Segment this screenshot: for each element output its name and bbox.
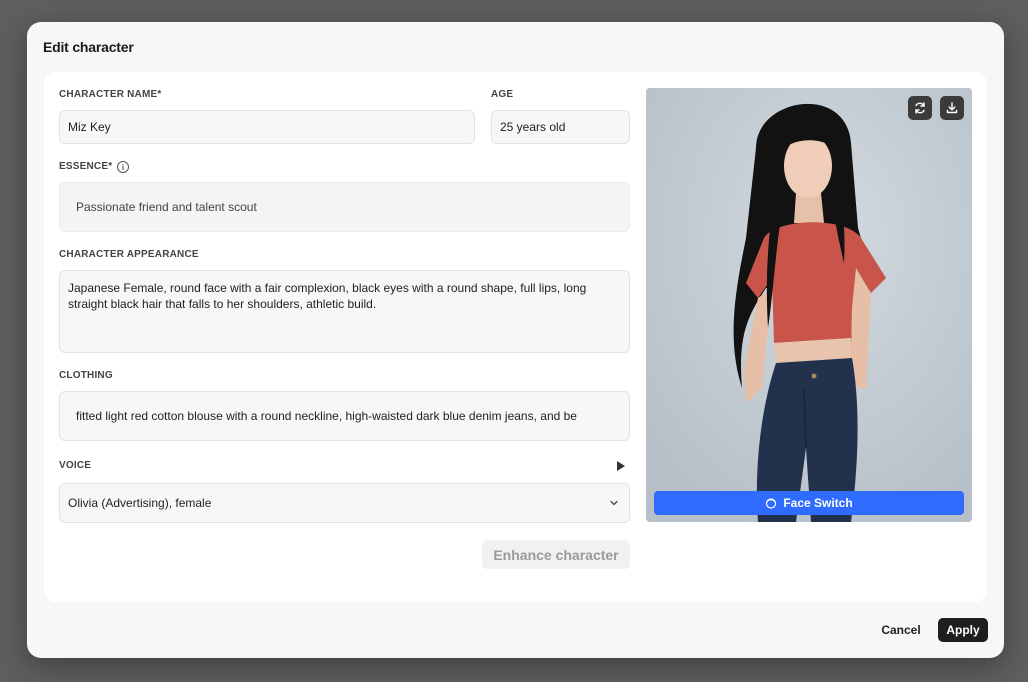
character-name-value: Miz Key (68, 120, 111, 134)
character-name-label: CHARACTER NAME* (59, 89, 162, 100)
essence-label: ESSENCE* (59, 161, 113, 172)
voice-select[interactable]: Olivia (Advertising), female (59, 483, 630, 523)
voice-value: Olivia (Advertising), female (68, 496, 212, 510)
face-switch-button[interactable]: Face Switch (654, 491, 964, 515)
essence-value: Passionate friend and talent scout (76, 200, 257, 214)
download-icon[interactable] (940, 96, 964, 120)
appearance-label: CHARACTER APPEARANCE (59, 249, 199, 260)
enhance-character-button[interactable]: Enhance character (482, 540, 630, 569)
appearance-value: Japanese Female, round face with a fair … (68, 281, 587, 311)
character-form-card: CHARACTER NAME* Miz Key AGE 25 years old… (44, 72, 987, 602)
character-portrait: Face Switch (646, 88, 972, 522)
clothing-input[interactable]: fitted light red cotton blouse with a ro… (59, 391, 630, 441)
essence-input[interactable]: Passionate friend and talent scout (59, 182, 630, 232)
appearance-textarea[interactable]: Japanese Female, round face with a fair … (59, 270, 630, 353)
refresh-icon[interactable] (908, 96, 932, 120)
clothing-value: fitted light red cotton blouse with a ro… (76, 409, 577, 423)
face-switch-label: Face Switch (783, 496, 853, 510)
age-value: 25 years old (500, 120, 566, 134)
edit-character-dialog: Edit character CHARACTER NAME* Miz Key A… (27, 22, 1004, 658)
clothing-label: CLOTHING (59, 370, 113, 381)
play-icon[interactable] (617, 461, 625, 471)
chevron-down-icon (610, 500, 618, 506)
cancel-button[interactable]: Cancel (875, 618, 927, 642)
dialog-title: Edit character (43, 39, 134, 55)
age-input[interactable]: 25 years old (491, 110, 630, 144)
portrait-image (646, 88, 972, 522)
character-name-input[interactable]: Miz Key (59, 110, 475, 144)
info-icon[interactable]: i (117, 161, 129, 173)
voice-label: VOICE (59, 460, 92, 471)
face-icon (766, 498, 777, 509)
apply-button[interactable]: Apply (938, 618, 988, 642)
age-label: AGE (491, 89, 514, 100)
